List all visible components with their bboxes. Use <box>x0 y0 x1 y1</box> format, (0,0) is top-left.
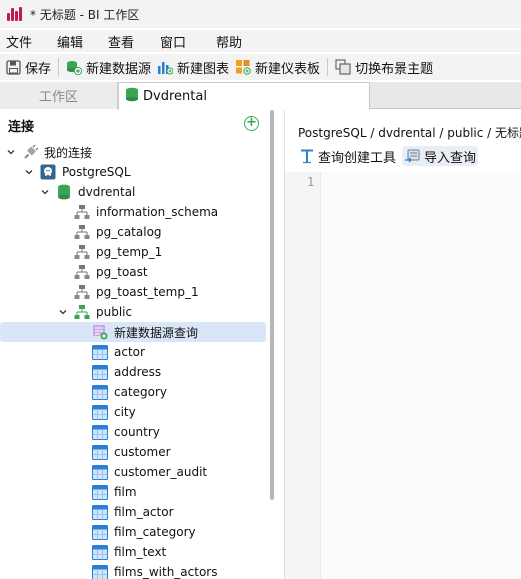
new-chart-icon <box>157 59 174 75</box>
app-logo-icon <box>6 6 24 22</box>
tree-node-schema[interactable]: pg_catalog <box>0 222 266 242</box>
tree-node-schema[interactable]: information_schema <box>0 202 266 222</box>
sql-editor[interactable]: 1 <box>285 172 521 579</box>
toolbar-separator <box>58 58 60 76</box>
table-icon <box>92 504 108 520</box>
new-datasource-icon <box>66 59 83 75</box>
theme-icon <box>335 59 351 75</box>
tree-node-table[interactable]: actor <box>0 342 266 362</box>
new-dashboard-icon <box>235 59 251 75</box>
title-bar: * 无标题 - BI 工作区 <box>0 0 521 28</box>
postgresql-icon <box>40 164 56 180</box>
schema-icon <box>74 264 90 280</box>
save-button[interactable]: 保存 <box>2 56 54 78</box>
menu-view[interactable]: 查看 <box>108 32 134 51</box>
table-icon <box>92 364 108 380</box>
table-icon <box>92 344 108 360</box>
tree-node-postgresql[interactable]: PostgreSQL <box>0 162 266 182</box>
toolbar: 保存 新建数据源 新建图表 新建仪表板 切换布景主题 <box>0 54 521 80</box>
table-icon <box>92 524 108 540</box>
tree-node-table[interactable]: country <box>0 422 266 442</box>
chevron-down-icon[interactable] <box>24 167 34 177</box>
table-icon <box>92 464 108 480</box>
database-icon <box>125 87 139 106</box>
table-icon <box>92 384 108 400</box>
tree-node-table[interactable]: film_category <box>0 522 266 542</box>
tree-node-table[interactable]: film_text <box>0 542 266 562</box>
menu-edit[interactable]: 编辑 <box>57 32 83 51</box>
query-editor-panel: PostgreSQL / dvdrental / public / 无标题 查询… <box>285 110 521 579</box>
query-builder-icon <box>300 149 314 164</box>
import-query-button[interactable]: 导入查询 <box>402 146 479 166</box>
schema-icon <box>74 304 90 320</box>
table-icon <box>92 404 108 420</box>
import-query-icon <box>404 149 420 164</box>
menu-help[interactable]: 帮助 <box>216 32 242 51</box>
new-dashboard-button[interactable]: 新建仪表板 <box>232 56 323 78</box>
tree-node-table[interactable]: city <box>0 402 266 422</box>
window-title: * 无标题 - BI 工作区 <box>30 7 140 22</box>
tree-node-table[interactable]: customer_audit <box>0 462 266 482</box>
table-icon <box>92 444 108 460</box>
chevron-down-icon[interactable] <box>6 147 16 157</box>
database-icon <box>56 184 72 200</box>
query-builder-button[interactable]: 查询创建工具 <box>298 146 398 166</box>
connection-panel: 连接 + 我的连接 PostgreSQL dvdrental informati… <box>0 110 270 579</box>
line-gutter: 1 <box>285 172 321 579</box>
schema-icon <box>74 244 90 260</box>
table-icon <box>92 424 108 440</box>
tree-node-dvdrental[interactable]: dvdrental <box>0 182 266 202</box>
chevron-down-icon[interactable] <box>40 187 50 197</box>
toolbar-separator <box>327 58 329 76</box>
new-chart-button[interactable]: 新建图表 <box>154 56 232 78</box>
chevron-down-icon[interactable] <box>58 307 68 317</box>
table-icon <box>92 484 108 500</box>
panel-title: 连接 <box>8 120 35 135</box>
breadcrumb: PostgreSQL / dvdrental / public / 无标题 <box>298 126 521 140</box>
tree-node-table[interactable]: address <box>0 362 266 382</box>
tree-node-table[interactable]: film_actor <box>0 502 266 522</box>
switch-theme-button[interactable]: 切换布景主题 <box>332 56 436 78</box>
save-icon <box>5 59 21 75</box>
tree-node-schema[interactable]: pg_toast_temp_1 <box>0 282 266 302</box>
editor-toolbar: 查询创建工具 导入查询 <box>298 146 479 166</box>
menu-bar: 文件 编辑 查看 窗口 帮助 <box>0 30 521 52</box>
schema-icon <box>74 224 90 240</box>
tree-node-table[interactable]: customer <box>0 442 266 462</box>
tab-workspace[interactable]: 工作区 <box>0 82 118 109</box>
table-icon <box>92 564 108 579</box>
new-datasource-button[interactable]: 新建数据源 <box>63 56 154 78</box>
schema-icon <box>74 204 90 220</box>
menu-window[interactable]: 窗口 <box>160 32 186 51</box>
schema-icon <box>74 284 90 300</box>
tree-node-my-connections[interactable]: 我的连接 <box>0 142 266 162</box>
tree-node-table[interactable]: category <box>0 382 266 402</box>
table-icon <box>92 544 108 560</box>
add-connection-icon[interactable]: + <box>244 116 259 131</box>
new-query-icon <box>92 324 108 340</box>
tab-dvdrental[interactable]: Dvdrental <box>118 82 370 110</box>
plug-icon <box>22 144 38 160</box>
tree-node-table[interactable]: film <box>0 482 266 502</box>
tree-node-new-query[interactable]: 新建数据源查询 <box>0 322 266 342</box>
line-number: 1 <box>307 175 315 189</box>
tree-node-schema[interactable]: pg_toast <box>0 262 266 282</box>
tree-scrollbar[interactable] <box>270 110 274 500</box>
tree-node-table[interactable]: films_with_actors <box>0 562 266 579</box>
menu-file[interactable]: 文件 <box>6 32 32 51</box>
editor-tabs: 工作区 Dvdrental <box>0 82 521 110</box>
tree-node-public[interactable]: public <box>0 302 266 322</box>
tree-node-schema[interactable]: pg_temp_1 <box>0 242 266 262</box>
